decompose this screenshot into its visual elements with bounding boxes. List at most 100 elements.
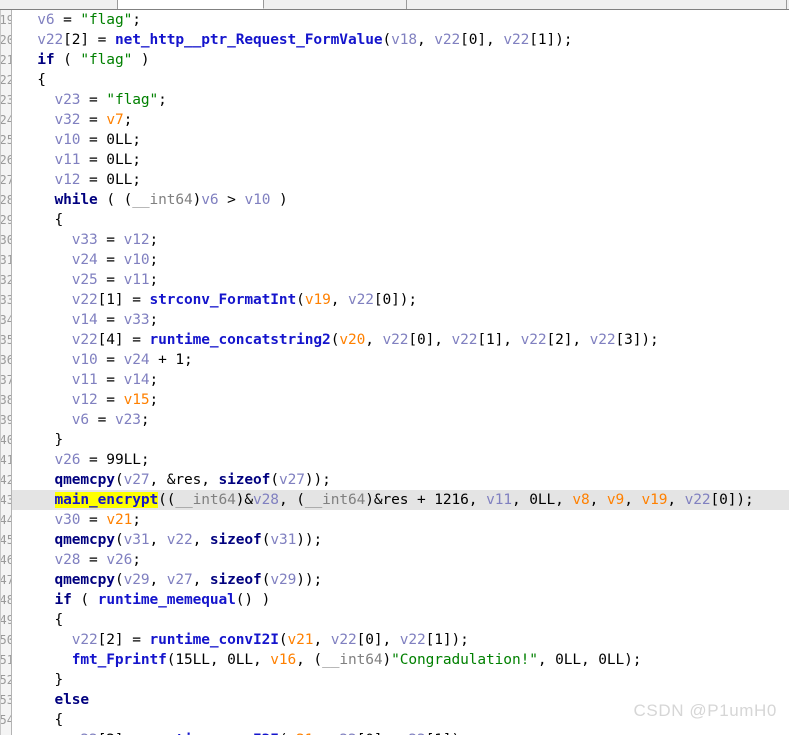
code-line[interactable]: v12 = 0LL; (12, 170, 789, 190)
code-line-current[interactable]: main_encrypt((__int64)&v28, (__int64)&re… (12, 490, 789, 510)
token-arg: v9 (606, 492, 625, 508)
line-number: 128 (0, 193, 11, 207)
token-func: main_encrypt (54, 492, 159, 508)
code-line[interactable]: v30 = v21; (12, 510, 789, 530)
pseudocode-editor[interactable]: 119 120 121 122 123 124 125 126 127 128 129 130 131 1… (0, 10, 789, 735)
code-line[interactable]: qmemcpy(v31, v22, sizeof(v31)); (12, 530, 789, 550)
token-kw: sizeof (209, 572, 262, 588)
code-line[interactable]: qmemcpy(v29, v27, sizeof(v29)); (12, 570, 789, 590)
editor-tab-2[interactable] (118, 0, 264, 9)
token-punct: , 0LL, (511, 492, 573, 508)
token-punct: ; (149, 272, 159, 288)
line-number: 146 (0, 553, 11, 567)
code-line[interactable]: v14 = v33; (12, 310, 789, 330)
code-line[interactable]: { (12, 70, 789, 90)
code-line[interactable]: v6 = v23; (12, 410, 789, 430)
code-line[interactable]: v22[2] = runtime_convI2I(v21, v22[0], v2… (12, 730, 789, 735)
line-number: 135 (0, 333, 11, 347)
token-punct: = (97, 372, 124, 388)
code-line[interactable]: v22[2] = runtime_convI2I(v21, v22[0], v2… (12, 630, 789, 650)
code-line[interactable]: v25 = v11; (12, 270, 789, 290)
token-lvar: v29 (123, 572, 150, 588)
code-line[interactable]: v23 = "flag"; (12, 90, 789, 110)
code-line[interactable]: v22[2] = net_http__ptr_Request_FormValue… (12, 30, 789, 50)
code-line[interactable]: v10 = v24 + 1; (12, 350, 789, 370)
editor-tab-1[interactable] (0, 0, 118, 9)
token-punct: { (54, 612, 64, 628)
token-punct: = 0LL; (80, 152, 141, 168)
token-punct: [0], (460, 32, 504, 48)
code-line[interactable]: } (12, 430, 789, 450)
token-punct: [0], (356, 632, 400, 648)
token-punct: = (80, 552, 107, 568)
code-line[interactable]: v28 = v26; (12, 550, 789, 570)
token-punct: = (97, 352, 124, 368)
code-line[interactable]: else (12, 690, 789, 710)
code-line[interactable]: v33 = v12; (12, 230, 789, 250)
code-line[interactable]: qmemcpy(v27, &res, sizeof(v27)); (12, 470, 789, 490)
token-lvar: v12 (71, 392, 98, 408)
token-punct: > (218, 192, 245, 208)
token-lvar: v18 (391, 32, 417, 48)
token-punct: , ( (278, 492, 305, 508)
token-arg: v21 (106, 512, 133, 528)
code-line[interactable]: v24 = v10; (12, 250, 789, 270)
line-number: 129 (0, 213, 11, 227)
token-punct: ( (114, 572, 124, 588)
line-number: 138 (0, 393, 11, 407)
token-punct: [1]); (425, 632, 469, 648)
token-punct: ) (132, 52, 150, 68)
token-type: __int64 (132, 192, 193, 208)
line-number: 139 (0, 413, 11, 427)
code-line[interactable]: v10 = 0LL; (12, 130, 789, 150)
code-line[interactable]: { (12, 610, 789, 630)
code-area[interactable]: v6 = "flag"; v22[2] = net_http__ptr_Requ… (12, 10, 789, 735)
code-line[interactable]: v22[1] = strconv_FormatInt(v19, v22[0]); (12, 290, 789, 310)
token-arg: v8 (572, 492, 590, 508)
editor-tab-4[interactable] (407, 0, 787, 9)
code-line[interactable]: { (12, 710, 789, 730)
editor-tab-strip[interactable] (0, 0, 789, 10)
code-line[interactable]: v32 = v7; (12, 110, 789, 130)
token-kw: if (37, 52, 55, 68)
line-number: 119 (0, 13, 11, 27)
token-punct: = (97, 272, 124, 288)
code-line[interactable]: { (12, 210, 789, 230)
token-lvar: v22 (382, 332, 409, 348)
token-punct: ; (149, 372, 159, 388)
code-line[interactable]: v22[4] = runtime_concatstring2(v20, v22[… (12, 330, 789, 350)
code-line[interactable]: v6 = "flag"; (12, 10, 789, 30)
code-line[interactable]: v11 = v14; (12, 370, 789, 390)
line-number: 152 (0, 673, 11, 687)
code-line[interactable]: v26 = 99LL; (12, 450, 789, 470)
token-punct: ) (382, 652, 392, 668)
token-punct: )&res + 1216, (365, 492, 487, 508)
code-line[interactable]: if ( "flag" ) (12, 50, 789, 70)
token-punct: ( ( (97, 192, 133, 208)
editor-tab-3[interactable] (264, 0, 407, 9)
line-number: 142 (0, 473, 11, 487)
token-punct: ; (140, 412, 150, 428)
code-line[interactable]: v11 = 0LL; (12, 150, 789, 170)
token-punct: [2] = (97, 632, 150, 648)
token-punct: () ) (235, 592, 271, 608)
token-lvar: v28 (253, 492, 279, 508)
token-punct: [1]); (529, 32, 573, 48)
code-line[interactable]: fmt_Fprintf(15LL, 0LL, v16, (__int64)"Co… (12, 650, 789, 670)
token-punct: = 0LL; (80, 172, 141, 188)
token-arg: v7 (106, 112, 124, 128)
code-line[interactable]: v12 = v15; (12, 390, 789, 410)
code-line[interactable]: if ( runtime_memequal() ) (12, 590, 789, 610)
code-line[interactable]: while ( (__int64)v6 > v10 ) (12, 190, 789, 210)
code-line[interactable]: } (12, 670, 789, 690)
